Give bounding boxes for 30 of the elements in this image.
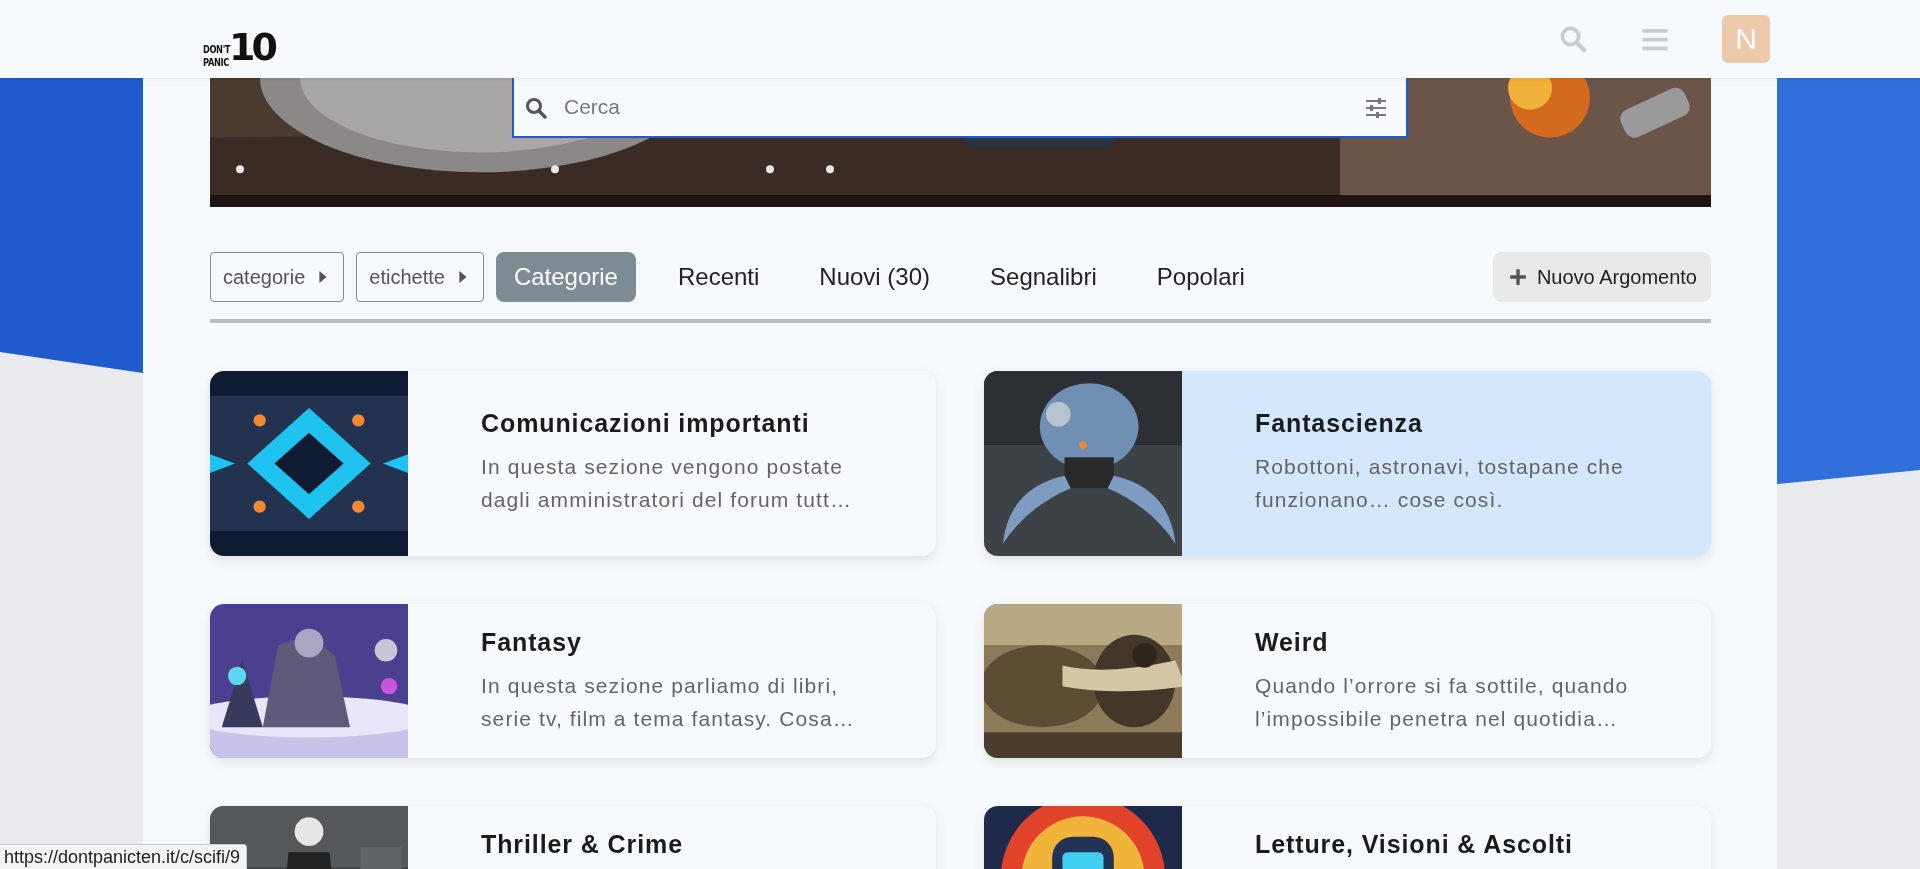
category-title[interactable]: Fantasy	[481, 628, 869, 657]
new-topic-button[interactable]: Nuovo Argomento	[1492, 252, 1711, 302]
filter-dropdown[interactable]: etichette	[356, 252, 484, 302]
category-card[interactable]: Letture, Visioni & Ascolti	[984, 806, 1711, 869]
category-description: Quando l’orrore si fa sottile, quando l’impossibile penetra nel quotidia…	[1255, 673, 1630, 732]
category-title[interactable]: Letture, Visioni & Ascolti	[1255, 830, 1643, 859]
category-title[interactable]: Weird	[1255, 628, 1643, 657]
category-description: Robottoni, astronavi, tostapane che funzionano… cose così.	[1255, 454, 1625, 513]
category-card[interactable]: Weird Quando l’orrore si fa sottile, quando l’impossibile penetra nel quotidia…	[984, 604, 1711, 758]
plus-icon	[1508, 268, 1527, 286]
status-url: https://dontpanicten.it/c/scifi/9	[0, 844, 248, 869]
filter-dropdown[interactable]: categorie	[210, 252, 345, 302]
search-field[interactable]: Cerca	[512, 78, 1408, 138]
category-description: In questa sezione parliamo di libri, serie tv, film a tema fantasy. Cosa…	[481, 673, 856, 732]
category-title[interactable]: Comunicazioni importanti	[481, 409, 869, 438]
category-description: In questa sezione vengono postate dagli amministratori del forum tutt…	[481, 454, 854, 513]
category-title[interactable]: Thriller & Crime	[481, 830, 869, 859]
nav-tab[interactable]: Nuovi (30)	[801, 252, 949, 302]
caret-icon	[458, 271, 467, 283]
nav-tab[interactable]: Segnalibri	[972, 252, 1115, 302]
category-card[interactable]: Fantasy In questa sezione parliamo di libri, serie tv, film a tema fantasy. Cosa…	[210, 604, 936, 758]
nav-tab[interactable]: Popolari	[1138, 252, 1263, 302]
filter-icon[interactable]	[1364, 96, 1388, 120]
search-icon	[524, 96, 548, 120]
category-card[interactable]: Comunicazioni importanti In questa sezione vengono postate dagli amministratori del forum tutt…	[210, 371, 936, 556]
caret-icon	[319, 271, 328, 283]
nav-tab[interactable]: Recenti	[659, 252, 778, 302]
category-title[interactable]: Fantascienza	[1255, 409, 1643, 438]
category-card[interactable]: Fantascienza Robottoni, astronavi, tostapane che funzionano… cose così.	[984, 371, 1711, 556]
search-icon[interactable]	[1558, 24, 1588, 54]
